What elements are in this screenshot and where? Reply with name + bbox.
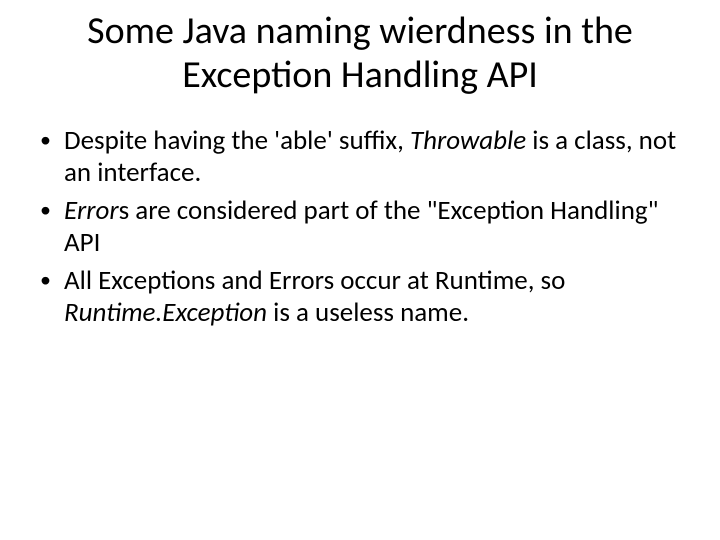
slide-title: Some Java naming wierdness in the Except… bbox=[30, 10, 690, 97]
slide: Some Java naming wierdness in the Except… bbox=[0, 0, 720, 540]
text: Despite having the 'able' suffix, bbox=[64, 124, 410, 157]
text: s are considered part of the "Exception … bbox=[64, 194, 658, 259]
list-item: Despite having the 'able' suffix, Throwa… bbox=[40, 125, 686, 189]
list-item: Errors are considered part of the "Excep… bbox=[40, 195, 686, 259]
italic-term: Error bbox=[64, 194, 119, 227]
italic-term: Throwable bbox=[410, 124, 526, 157]
italic-term: Runtime.Exception bbox=[64, 296, 267, 329]
text: All Exceptions and Errors occur at Runti… bbox=[64, 264, 565, 297]
bullet-list: Despite having the 'able' suffix, Throwa… bbox=[30, 125, 690, 328]
list-item: All Exceptions and Errors occur at Runti… bbox=[40, 265, 686, 329]
text: is a useless name. bbox=[267, 296, 469, 329]
